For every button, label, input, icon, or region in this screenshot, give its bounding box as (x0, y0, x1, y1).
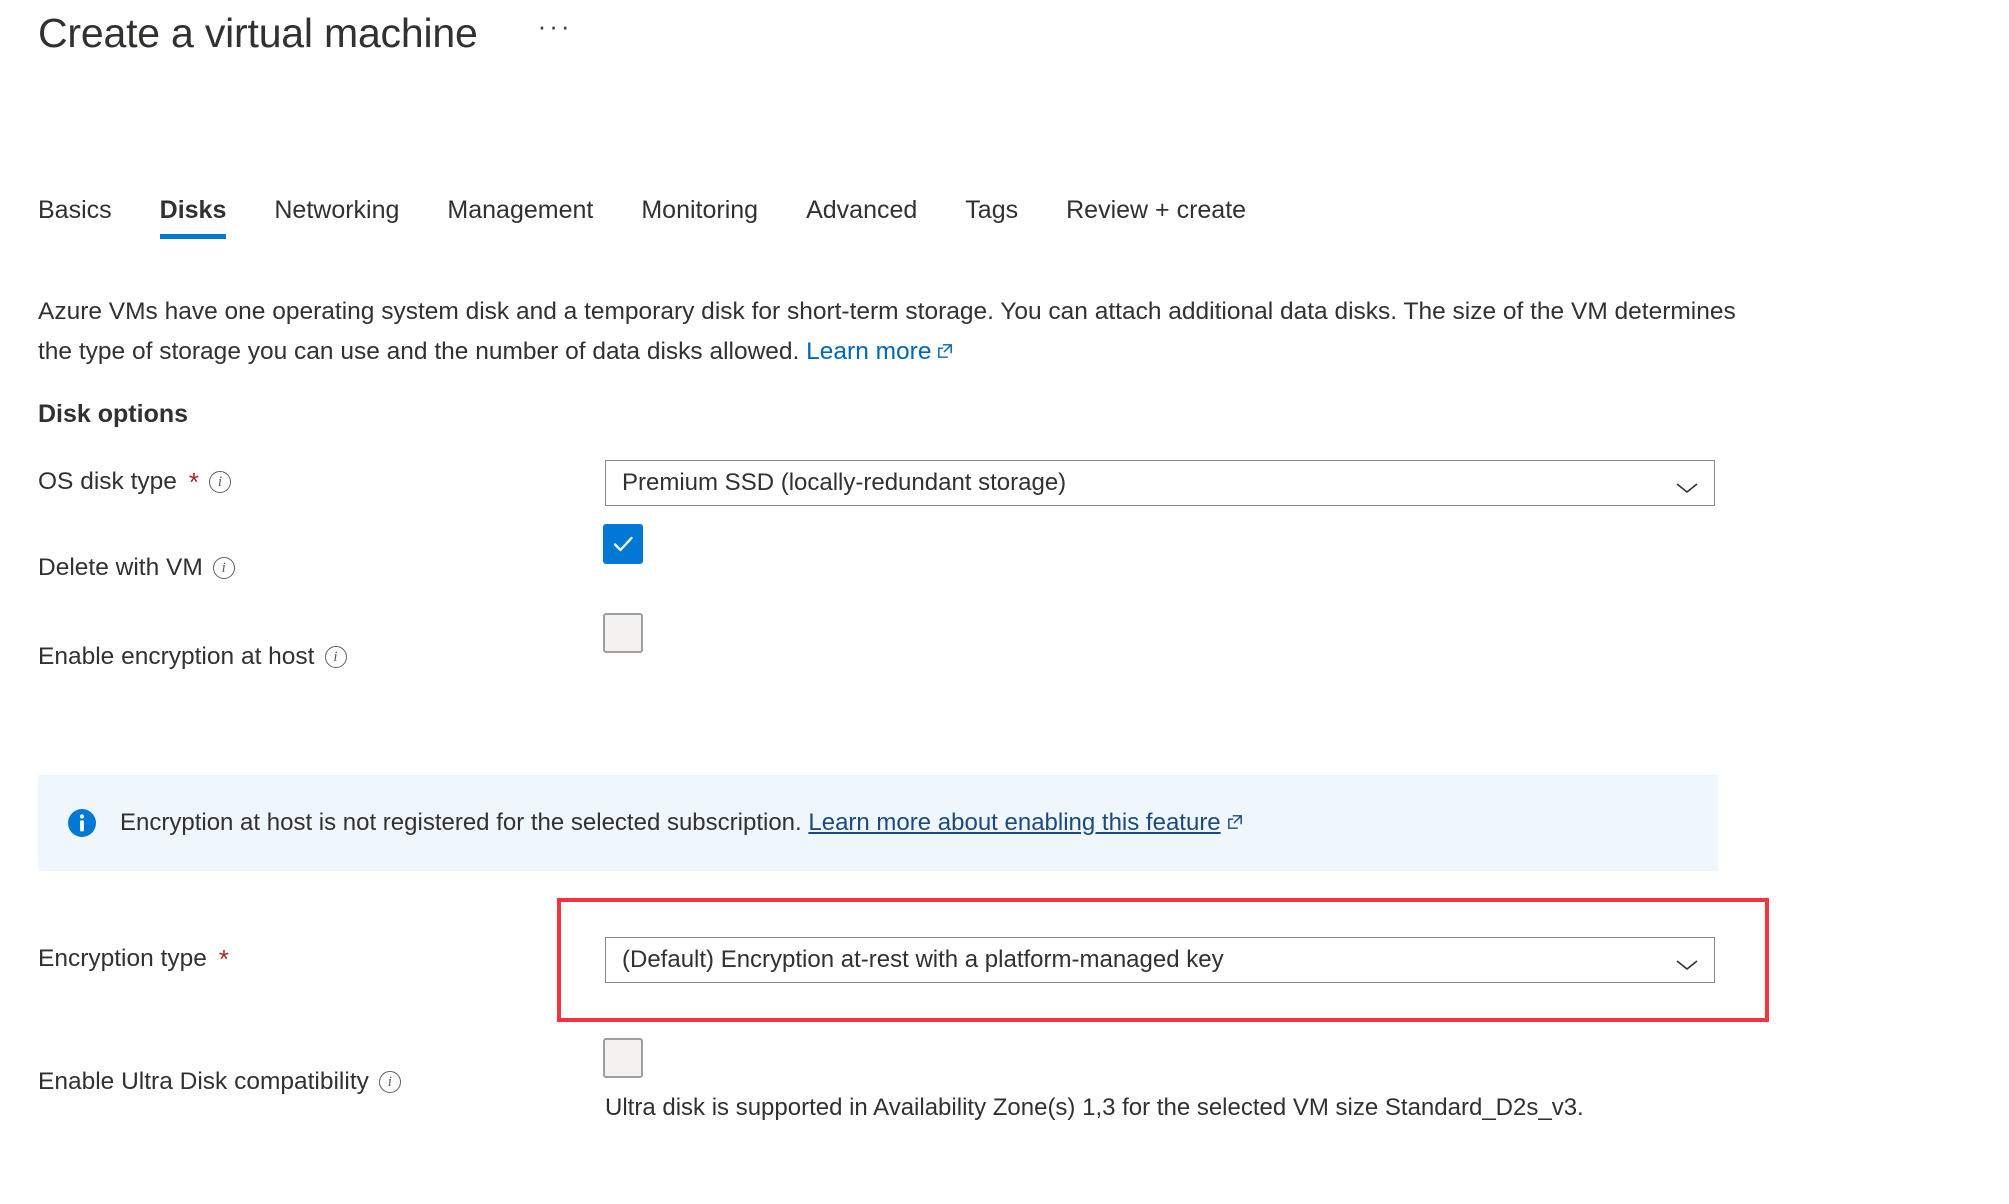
learn-more-label: Learn more (806, 338, 932, 365)
enable-ultra-disk-checkbox[interactable] (603, 1038, 643, 1078)
info-filled-icon (66, 807, 98, 839)
os-disk-type-label: OS disk type * i (38, 467, 232, 497)
ultra-disk-helper-text: Ultra disk is supported in Availability … (605, 1094, 1584, 1121)
label-text: Encryption type (38, 945, 207, 972)
os-disk-type-dropdown[interactable]: Premium SSD (locally-redundant storage) (605, 460, 1715, 506)
info-icon[interactable]: i (324, 646, 347, 668)
external-link-icon (936, 333, 954, 358)
os-disk-type-value: Premium SSD (locally-redundant storage) (622, 469, 1067, 496)
tab-label: Management (447, 196, 594, 224)
tab-label: Networking (274, 196, 400, 224)
intro-description: Azure VMs have one operating system disk… (38, 292, 1738, 372)
row-encryption-type: Encryption type * (Default) Encryption a… (0, 937, 2009, 983)
banner-message: Encryption at host is not registered for… (120, 809, 1244, 837)
more-options-icon[interactable]: ··· (538, 13, 573, 47)
encryption-type-label: Encryption type * (38, 945, 229, 973)
delete-with-vm-checkbox[interactable] (603, 524, 643, 564)
banner-link-label: Learn more about enabling this feature (808, 809, 1221, 836)
required-asterisk: * (188, 467, 200, 497)
tab-advanced[interactable]: Advanced (782, 196, 941, 239)
checkmark-icon (610, 531, 636, 557)
page-title: Create a virtual machine (38, 10, 478, 56)
banner-message-text: Encryption at host is not registered for… (120, 809, 802, 836)
tab-label: Disks (159, 196, 227, 224)
info-icon[interactable]: i (209, 471, 232, 493)
label-text: Delete with VM (38, 554, 203, 581)
chevron-down-icon (1674, 952, 1700, 971)
tab-disks[interactable]: Disks (136, 196, 251, 239)
banner-learn-more-link[interactable]: Learn more about enabling this feature (808, 809, 1220, 836)
page-header: Create a virtual machine ··· (38, 10, 573, 57)
encryption-host-info-banner: Encryption at host is not registered for… (38, 775, 1718, 871)
enable-encryption-at-host-label: Enable encryption at host i (38, 643, 347, 671)
chevron-down-icon (1674, 475, 1700, 494)
enable-encryption-at-host-checkbox[interactable] (603, 613, 643, 653)
tab-networking[interactable]: Networking (250, 196, 423, 239)
label-text: Enable Ultra Disk compatibility (38, 1068, 369, 1095)
label-text: OS disk type (38, 468, 177, 495)
info-icon[interactable]: i (212, 557, 235, 579)
tab-tags[interactable]: Tags (941, 196, 1042, 239)
info-icon[interactable]: i (378, 1071, 401, 1093)
row-delete-with-vm: Delete with VM i (0, 524, 2009, 594)
delete-with-vm-label: Delete with VM i (38, 554, 235, 582)
encryption-type-dropdown[interactable]: (Default) Encryption at-rest with a plat… (605, 937, 1715, 983)
required-asterisk: * (218, 944, 229, 974)
intro-line-1: Azure VMs have one operating system disk… (38, 298, 1398, 325)
label-text: Enable encryption at host (38, 643, 315, 670)
wizard-tabs: Basics Disks Networking Management Monit… (38, 196, 1270, 239)
tab-label: Advanced (806, 196, 918, 224)
tab-label: Review + create (1066, 196, 1247, 224)
tab-label: Tags (965, 196, 1019, 224)
tab-review-create[interactable]: Review + create (1042, 196, 1270, 239)
row-enable-encryption-at-host: Enable encryption at host i (0, 613, 2009, 683)
tab-basics[interactable]: Basics (38, 196, 136, 239)
row-os-disk-type: OS disk type * i Premium SSD (locally-re… (0, 460, 2009, 506)
tab-label: Monitoring (641, 196, 759, 224)
external-link-icon (1226, 810, 1244, 829)
tab-monitoring[interactable]: Monitoring (617, 196, 782, 239)
tab-management[interactable]: Management (423, 196, 617, 239)
tab-label: Basics (38, 196, 112, 224)
disk-options-heading: Disk options (38, 400, 189, 428)
encryption-type-value: (Default) Encryption at-rest with a plat… (622, 946, 1224, 973)
enable-ultra-disk-label: Enable Ultra Disk compatibility i (38, 1068, 401, 1096)
learn-more-link[interactable]: Learn more (806, 338, 954, 365)
